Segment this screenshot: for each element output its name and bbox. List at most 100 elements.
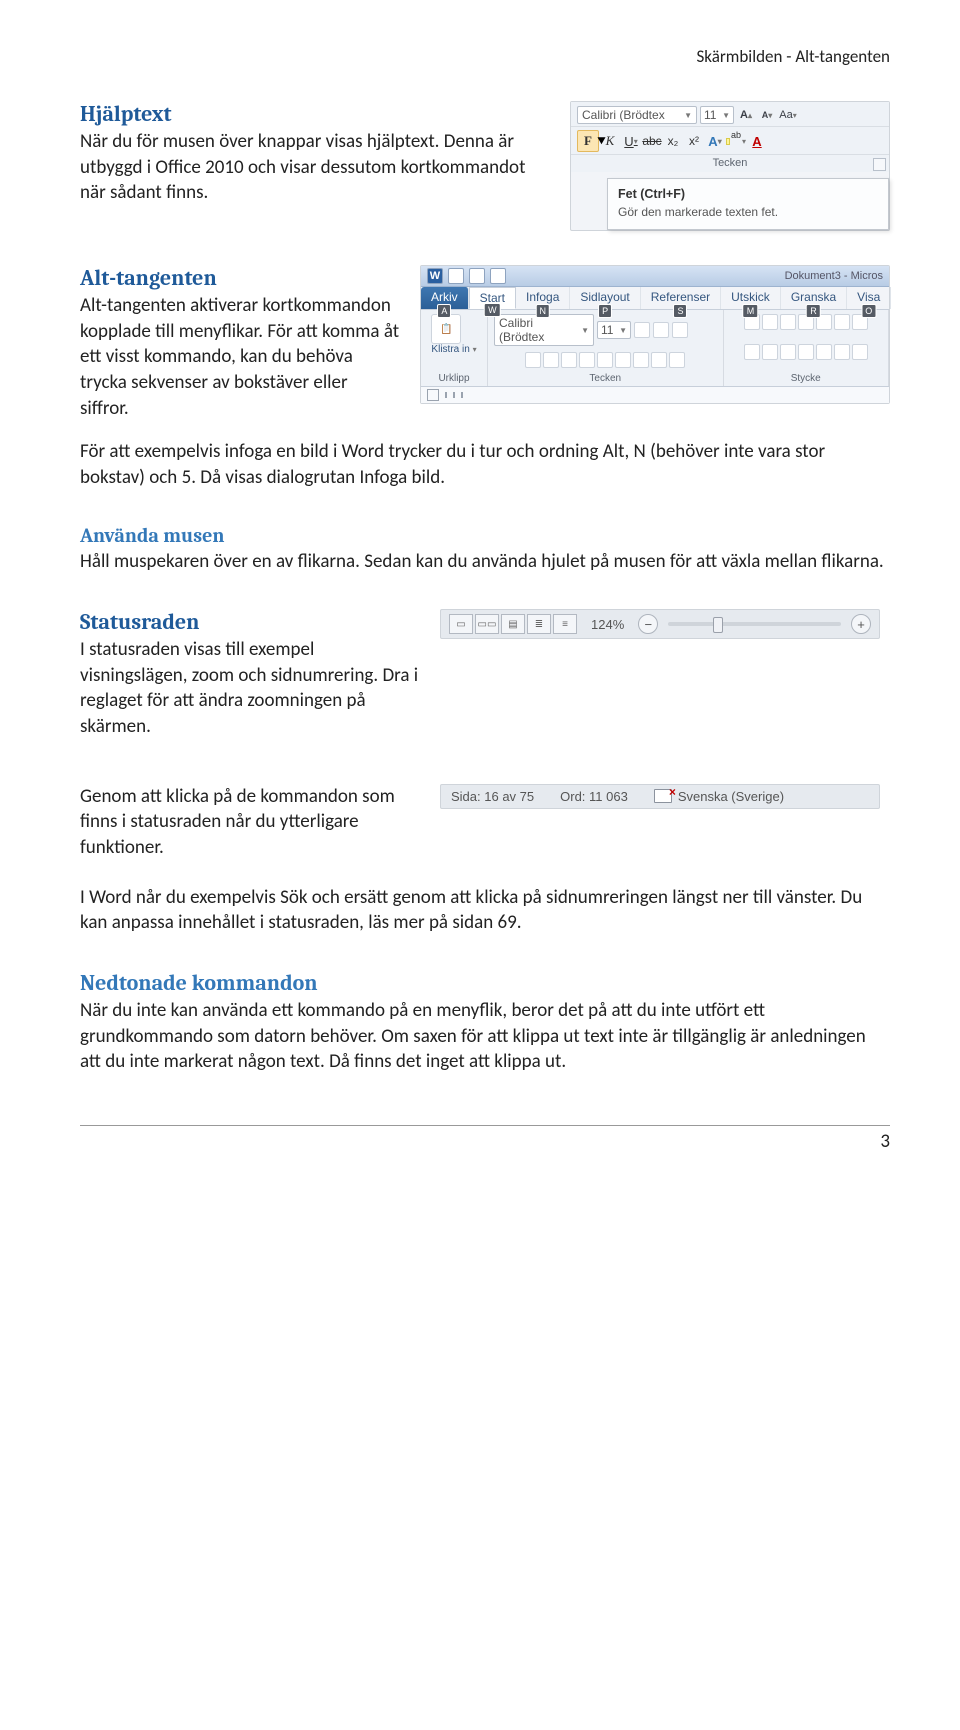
superscript-button[interactable] [615,352,631,368]
font-size-combo[interactable]: 11▼ [597,321,631,339]
redo-icon[interactable] [490,268,506,284]
group-urklipp: 📋 Klistra in ▾ Urklipp [421,310,488,386]
italic-button[interactable] [543,352,559,368]
dialog-launcher-icon[interactable] [873,158,886,171]
undo-icon[interactable] [469,268,485,284]
tab-arkiv[interactable]: Arkiv A [421,287,469,309]
tab-infoga[interactable]: Infoga N [516,287,570,309]
multilevel-button[interactable] [780,314,796,330]
font-size-combo[interactable]: 11 ▼ [700,106,734,124]
tab-utskick[interactable]: Utskick M [721,287,781,309]
ruler-tick [453,392,455,398]
fullscreen-reading-view-button[interactable]: ▭▭ [475,614,499,634]
alt-title: Alt-tangenten [80,265,400,291]
zoom-slider[interactable] [668,622,841,626]
figure-font-tooltip: Calibri (Brödtex ▼ 11 ▼ A▴ A▾ Aa▾ [570,101,890,231]
change-case-button[interactable] [672,322,688,338]
page-indicator[interactable]: Sida: 16 av 75 [451,789,534,804]
shading-button[interactable] [834,344,850,360]
shrink-font-button[interactable]: A▾ [758,106,776,124]
tooltip-body: Gör den markerade texten fet. [618,205,878,219]
keytip: P [598,304,612,318]
paste-button[interactable]: 📋 Klistra in ▾ [431,314,476,355]
subscript-button[interactable] [597,352,613,368]
keytip: O [861,304,876,318]
zoom-percent[interactable]: 124% [587,617,628,632]
superscript-button[interactable]: x² [684,131,704,151]
tab-referenser[interactable]: Referenser S [641,287,721,309]
font-color-button[interactable] [669,352,685,368]
draft-view-button[interactable]: ≡ [553,614,577,634]
underline-button[interactable]: U▾ [621,131,641,151]
text-effects-button[interactable]: A▾ [705,131,725,151]
section-alt-tangenten: Alt-tangenten Alt-tangenten aktiverar ko… [80,265,890,490]
tab-visa[interactable]: Visa O [847,287,891,309]
sort-button[interactable] [834,314,850,330]
highlight-button[interactable] [651,352,667,368]
borders-button[interactable] [852,344,868,360]
alt-body-2: För att exempelvis infoga en bild i Word… [80,439,890,490]
bold-button[interactable] [525,352,541,368]
font-color-button[interactable]: A [747,131,767,151]
font-buttons-row [494,352,717,368]
strikethrough-button[interactable] [579,352,595,368]
tab-sidlayout[interactable]: Sidlayout P [570,287,640,309]
change-case-button[interactable]: Aa▾ [779,106,797,124]
align-right-button[interactable] [780,344,796,360]
tab-label: Arkiv [431,290,458,304]
grow-font-button[interactable] [634,322,650,338]
language-label: Svenska (Sverige) [678,789,784,804]
tab-granska[interactable]: Granska R [781,287,847,309]
tab-label: Visa [857,290,880,304]
zoom-out-button[interactable]: − [638,614,658,634]
keytip: W [484,303,501,317]
document-title: Dokument3 - Micros [785,270,883,282]
status-title: Statusraden [80,609,420,635]
caret-down-icon: ▾ [768,111,772,120]
subscript-button[interactable]: x₂ [663,131,683,151]
save-icon[interactable] [448,268,464,284]
tooltip-title: Fet (Ctrl+F) [618,187,878,201]
ruler-tick [461,392,463,398]
font-name-combo[interactable]: Calibri (Brödtex ▼ [577,106,697,124]
font-name-combo[interactable]: Calibri (Brödtex▼ [494,314,594,346]
group-label: Tecken [494,373,717,384]
group-label-text: Tecken [713,157,748,169]
keytip: M [743,304,759,318]
caret-icon: ▼ [581,326,589,335]
numbering-button[interactable] [762,314,778,330]
tab-label: Granska [791,290,836,304]
justify-button[interactable] [798,344,814,360]
align-left-button[interactable] [744,344,760,360]
caret-icon: ▼ [722,111,730,120]
word-count[interactable]: Ord: 11 063 [560,789,628,804]
status-body-2: Genom att klicka på de kommandon som fin… [80,784,420,861]
strikethrough-button[interactable]: abc [642,131,662,151]
grow-font-button[interactable]: A▴ [737,106,755,124]
titlebar: W Dokument3 - Micros [421,266,889,287]
view-buttons: ▭ ▭▭ ▤ ≣ ≡ [449,614,577,634]
bold-button[interactable]: F [577,130,599,152]
shrink-font-button[interactable] [653,322,669,338]
italic-button[interactable]: K [600,131,620,151]
italic-icon: K [606,133,615,149]
outline-view-button[interactable]: ≣ [527,614,551,634]
group-stycke: Stycke [724,310,890,386]
word-icon[interactable]: W [427,268,443,284]
font-group-label: Tecken [571,154,889,172]
web-layout-view-button[interactable]: ▤ [501,614,525,634]
proofing-language[interactable]: Svenska (Sverige) [654,789,784,804]
zoom-in-button[interactable]: + [851,614,871,634]
underline-button[interactable] [561,352,577,368]
letter-a-icon: A [740,109,748,121]
print-layout-view-button[interactable]: ▭ [449,614,473,634]
tab-start[interactable]: Start W [469,287,516,309]
align-center-button[interactable] [762,344,778,360]
ruler[interactable] [421,386,889,403]
slider-thumb-icon[interactable] [713,617,723,633]
line-spacing-button[interactable] [816,344,832,360]
status-body-1: I statusraden visas till exempel visning… [80,637,420,740]
section-statusraden: Statusraden I statusraden visas till exe… [80,609,890,936]
highlight-button[interactable]: ab▾ [726,131,746,151]
text-effects-button[interactable] [633,352,649,368]
